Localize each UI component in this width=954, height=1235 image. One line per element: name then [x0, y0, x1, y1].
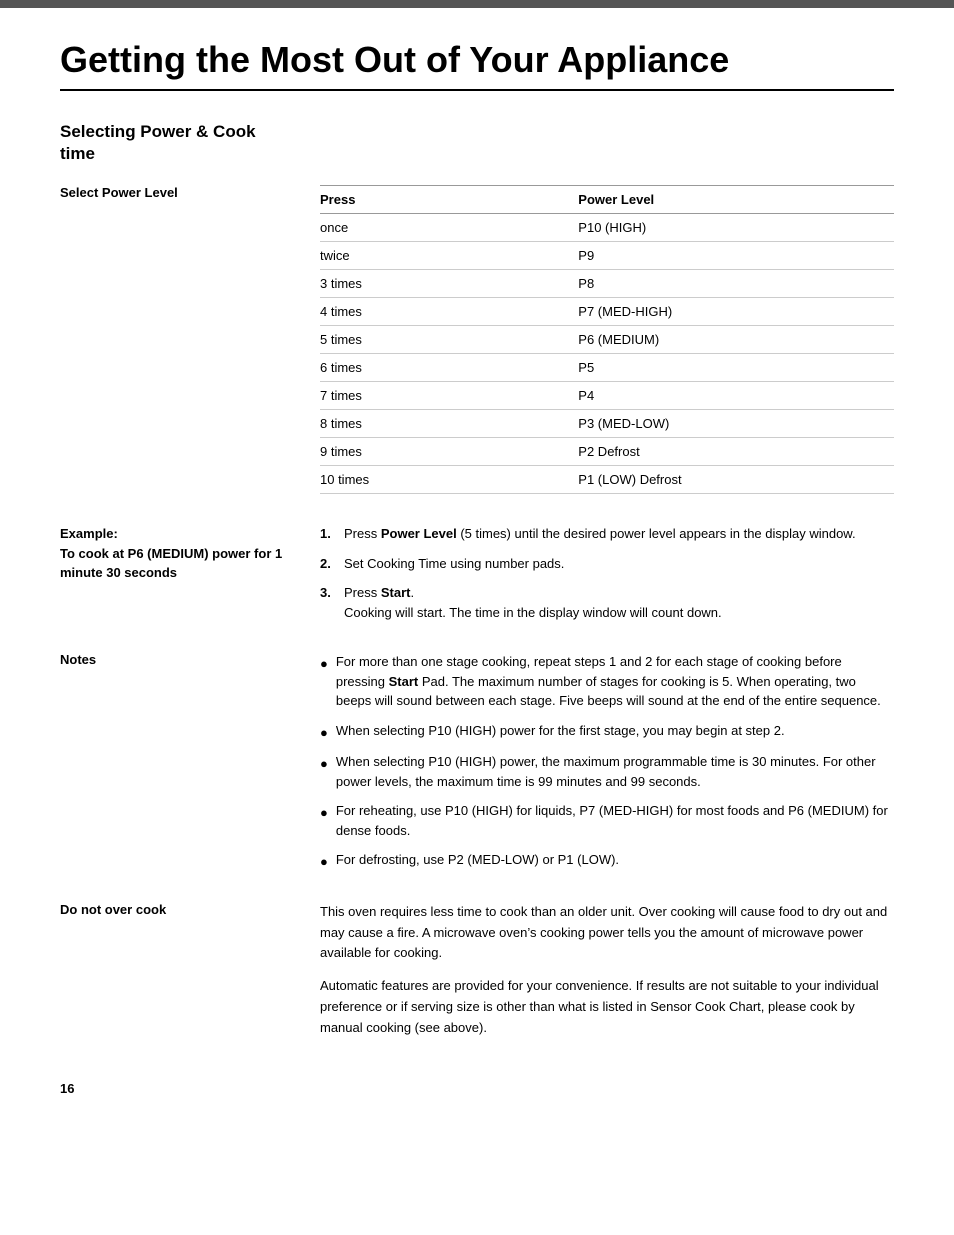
- example-label: Example:: [60, 524, 300, 544]
- page-title: Getting the Most Out of Your Appliance: [60, 38, 894, 91]
- press-cell: 8 times: [320, 410, 578, 438]
- note-3: ● When selecting P10 (HIGH) power, the m…: [320, 752, 894, 791]
- press-cell: 7 times: [320, 382, 578, 410]
- bullet-dot-5: ●: [320, 852, 328, 872]
- dnoc-label: Do not over cook: [60, 902, 300, 917]
- table-row: 9 timesP2 Defrost: [320, 438, 894, 466]
- power-left-col: Select Power Level: [60, 185, 320, 494]
- table-row: 8 timesP3 (MED-LOW): [320, 410, 894, 438]
- bullet-dot-4: ●: [320, 803, 328, 840]
- press-cell: 9 times: [320, 438, 578, 466]
- page-content: Getting the Most Out of Your Appliance S…: [0, 8, 954, 1136]
- step-2: 2. Set Cooking Time using number pads.: [320, 554, 894, 574]
- press-cell: 3 times: [320, 270, 578, 298]
- step-3-text: Press Start.Cooking will start. The time…: [344, 583, 722, 622]
- step-3-num: 3.: [320, 583, 336, 622]
- press-cell: 10 times: [320, 466, 578, 494]
- table-row: 5 timesP6 (MEDIUM): [320, 326, 894, 354]
- note-2-text: When selecting P10 (HIGH) power for the …: [336, 721, 785, 743]
- table-row: 6 timesP5: [320, 354, 894, 382]
- step-1: 1. Press Power Level (5 times) until the…: [320, 524, 894, 544]
- power-level-section: Select Power Level Press Power Level onc…: [60, 185, 894, 494]
- power-cell: P8: [578, 270, 894, 298]
- notes-label: Notes: [60, 652, 300, 667]
- note-5: ● For defrosting, use P2 (MED-LOW) or P1…: [320, 850, 894, 872]
- power-cell: P3 (MED-LOW): [578, 410, 894, 438]
- press-cell: once: [320, 214, 578, 242]
- table-row: 10 timesP1 (LOW) Defrost: [320, 466, 894, 494]
- note-1: ● For more than one stage cooking, repea…: [320, 652, 894, 711]
- dnoc-right: This oven requires less time to cook tha…: [320, 902, 894, 1051]
- bullet-dot-2: ●: [320, 723, 328, 743]
- col2-header: Power Level: [578, 186, 894, 214]
- step-2-num: 2.: [320, 554, 336, 574]
- table-row: 4 timesP7 (MED-HIGH): [320, 298, 894, 326]
- example-right: 1. Press Power Level (5 times) until the…: [320, 524, 894, 632]
- step-2-text: Set Cooking Time using number pads.: [344, 554, 564, 574]
- bullet-dot-3: ●: [320, 754, 328, 791]
- bullet-dot-1: ●: [320, 654, 328, 711]
- notes-right: ● For more than one stage cooking, repea…: [320, 652, 894, 882]
- notes-list: ● For more than one stage cooking, repea…: [320, 652, 894, 872]
- table-row: twiceP9: [320, 242, 894, 270]
- notes-left: Notes: [60, 652, 320, 882]
- power-cell: P5: [578, 354, 894, 382]
- note-5-text: For defrosting, use P2 (MED-LOW) or P1 (…: [336, 850, 619, 872]
- note-4-text: For reheating, use P10 (HIGH) for liquid…: [336, 801, 894, 840]
- top-bar: [0, 0, 954, 8]
- table-row: 3 timesP8: [320, 270, 894, 298]
- press-cell: 4 times: [320, 298, 578, 326]
- step-3: 3. Press Start.Cooking will start. The t…: [320, 583, 894, 622]
- notes-section: Notes ● For more than one stage cooking,…: [60, 652, 894, 882]
- page-number: 16: [60, 1081, 894, 1096]
- power-right-col: Press Power Level onceP10 (HIGH)twiceP93…: [320, 185, 894, 494]
- table-row: 7 timesP4: [320, 382, 894, 410]
- power-cell: P9: [578, 242, 894, 270]
- power-cell: P6 (MEDIUM): [578, 326, 894, 354]
- col1-header: Press: [320, 186, 578, 214]
- power-cell: P4: [578, 382, 894, 410]
- section-title: Selecting Power & Cook time: [60, 121, 260, 165]
- example-section: Example: To cook at P6 (MEDIUM) power fo…: [60, 524, 894, 632]
- dnoc-left: Do not over cook: [60, 902, 320, 1051]
- power-cell: P1 (LOW) Defrost: [578, 466, 894, 494]
- select-power-label: Select Power Level: [60, 185, 300, 200]
- note-2: ● When selecting P10 (HIGH) power for th…: [320, 721, 894, 743]
- example-sub: To cook at P6 (MEDIUM) power for 1 minut…: [60, 544, 300, 583]
- example-left: Example: To cook at P6 (MEDIUM) power fo…: [60, 524, 320, 632]
- power-table: Press Power Level onceP10 (HIGH)twiceP93…: [320, 185, 894, 494]
- dnoc-para-2: Automatic features are provided for your…: [320, 976, 894, 1038]
- note-1-text: For more than one stage cooking, repeat …: [336, 652, 894, 711]
- dnoc-section: Do not over cook This oven requires less…: [60, 902, 894, 1051]
- note-4: ● For reheating, use P10 (HIGH) for liqu…: [320, 801, 894, 840]
- steps-list: 1. Press Power Level (5 times) until the…: [320, 524, 894, 622]
- power-cell: P2 Defrost: [578, 438, 894, 466]
- power-cell: P7 (MED-HIGH): [578, 298, 894, 326]
- power-cell: P10 (HIGH): [578, 214, 894, 242]
- step-1-text: Press Power Level (5 times) until the de…: [344, 524, 856, 544]
- press-cell: twice: [320, 242, 578, 270]
- press-cell: 5 times: [320, 326, 578, 354]
- press-cell: 6 times: [320, 354, 578, 382]
- table-row: onceP10 (HIGH): [320, 214, 894, 242]
- note-3-text: When selecting P10 (HIGH) power, the max…: [336, 752, 894, 791]
- step-1-num: 1.: [320, 524, 336, 544]
- dnoc-para-1: This oven requires less time to cook tha…: [320, 902, 894, 964]
